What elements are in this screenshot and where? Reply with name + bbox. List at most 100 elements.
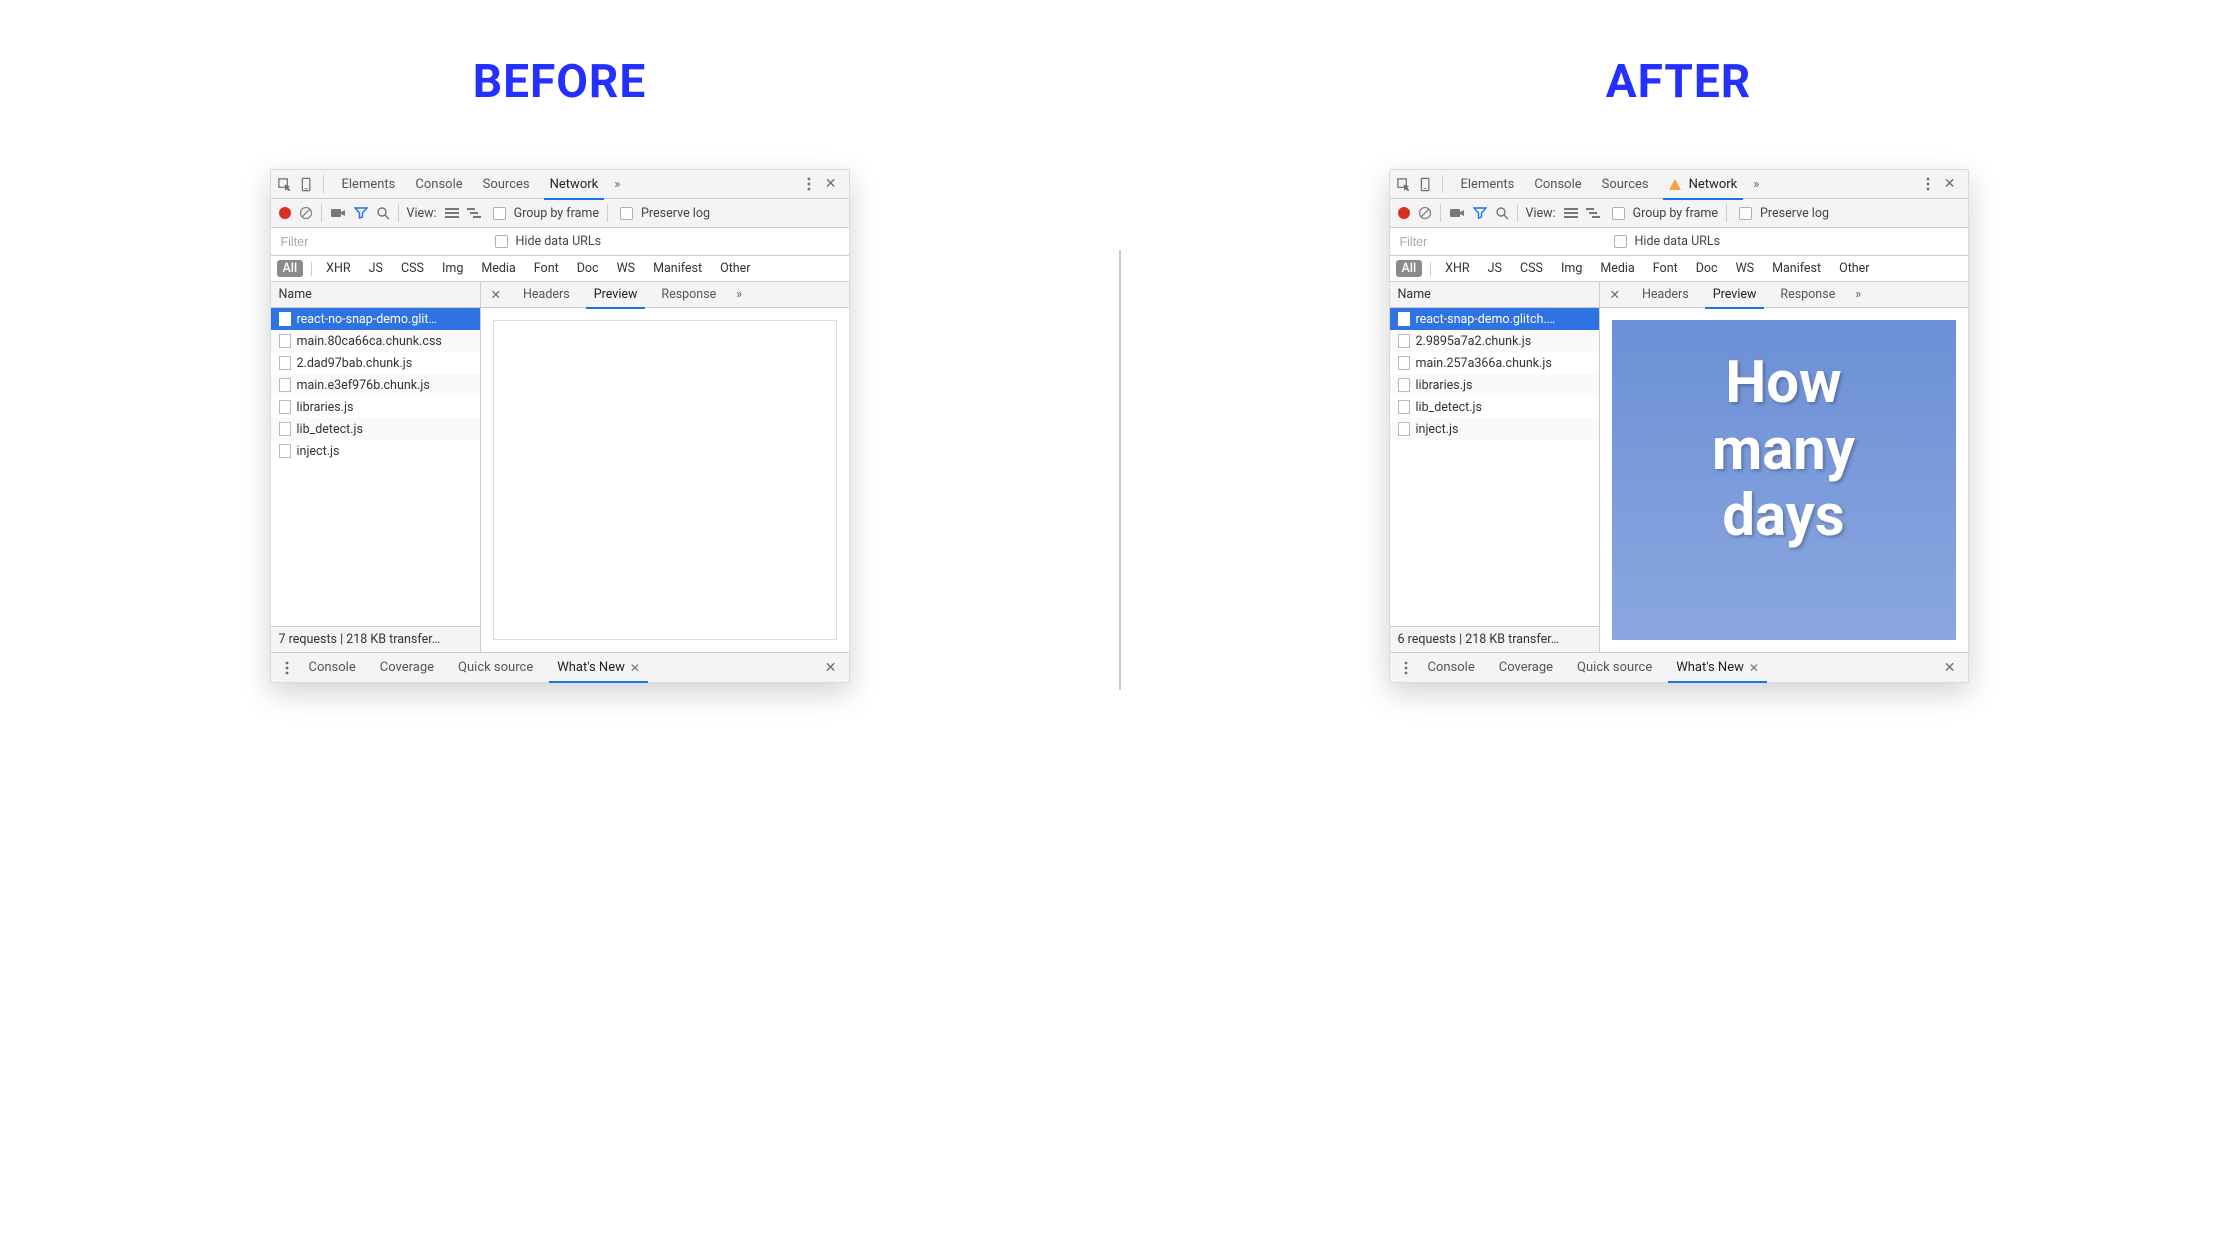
drawer-kebab-icon[interactable] bbox=[1396, 661, 1416, 675]
kebab-menu-icon[interactable] bbox=[1918, 177, 1938, 191]
clear-icon[interactable] bbox=[1418, 206, 1432, 220]
device-toggle-icon[interactable] bbox=[300, 177, 315, 192]
column-name[interactable]: Name bbox=[1390, 282, 1599, 308]
filter-icon[interactable] bbox=[354, 206, 368, 220]
filter-input[interactable] bbox=[279, 232, 479, 252]
tabs-overflow[interactable]: » bbox=[1747, 170, 1765, 199]
camera-icon[interactable] bbox=[330, 207, 346, 219]
request-row[interactable]: react-snap-demo.glitch.… bbox=[1390, 308, 1599, 330]
chip-doc[interactable]: Doc bbox=[571, 260, 605, 277]
chip-js[interactable]: JS bbox=[363, 260, 389, 277]
filter-icon[interactable] bbox=[1473, 206, 1487, 220]
request-row[interactable]: inject.js bbox=[1390, 418, 1599, 440]
chip-manifest[interactable]: Manifest bbox=[647, 260, 708, 277]
search-icon[interactable] bbox=[376, 206, 390, 220]
filter-input[interactable] bbox=[1398, 232, 1598, 252]
request-row[interactable]: react-no-snap-demo.glit… bbox=[271, 308, 480, 330]
drawer-kebab-icon[interactable] bbox=[277, 661, 297, 675]
kebab-menu-icon[interactable] bbox=[799, 177, 819, 191]
chip-all[interactable]: All bbox=[277, 260, 304, 277]
chip-xhr[interactable]: XHR bbox=[1439, 260, 1475, 277]
tab-console[interactable]: Console bbox=[405, 170, 472, 199]
drawer-tab-console[interactable]: Console bbox=[297, 653, 368, 683]
detail-tab-headers[interactable]: Headers bbox=[1630, 282, 1701, 308]
drawer-tab-whatsnew[interactable]: What's New✕ bbox=[545, 653, 652, 683]
chip-img[interactable]: Img bbox=[436, 260, 469, 277]
close-drawer-icon[interactable]: ✕ bbox=[1944, 660, 1956, 676]
chip-manifest[interactable]: Manifest bbox=[1766, 260, 1827, 277]
chip-css[interactable]: CSS bbox=[1514, 260, 1549, 277]
tab-elements[interactable]: Elements bbox=[332, 170, 406, 199]
column-name[interactable]: Name bbox=[271, 282, 480, 308]
drawer-tab-console[interactable]: Console bbox=[1416, 653, 1487, 683]
close-devtools-icon[interactable]: ✕ bbox=[1938, 176, 1962, 192]
close-detail-icon[interactable]: ✕ bbox=[481, 287, 511, 303]
device-toggle-icon[interactable] bbox=[1419, 177, 1434, 192]
drawer-tab-coverage[interactable]: Coverage bbox=[1487, 653, 1565, 683]
chip-ws[interactable]: WS bbox=[611, 260, 642, 277]
chip-media[interactable]: Media bbox=[475, 260, 521, 277]
request-row[interactable]: 2.dad97bab.chunk.js bbox=[271, 352, 480, 374]
close-tab-icon[interactable]: ✕ bbox=[630, 661, 640, 675]
tab-network[interactable]: Network bbox=[1659, 170, 1748, 199]
close-tab-icon[interactable]: ✕ bbox=[1749, 661, 1759, 675]
chip-all[interactable]: All bbox=[1396, 260, 1423, 277]
clear-icon[interactable] bbox=[299, 206, 313, 220]
chip-ws[interactable]: WS bbox=[1730, 260, 1761, 277]
record-icon[interactable] bbox=[279, 207, 291, 219]
chip-doc[interactable]: Doc bbox=[1690, 260, 1724, 277]
request-row[interactable]: libraries.js bbox=[1390, 374, 1599, 396]
tabs-overflow[interactable]: » bbox=[608, 170, 626, 199]
large-rows-icon[interactable] bbox=[445, 207, 459, 219]
chip-img[interactable]: Img bbox=[1555, 260, 1588, 277]
inspect-icon[interactable] bbox=[277, 177, 292, 192]
large-rows-icon[interactable] bbox=[1564, 207, 1578, 219]
tab-console[interactable]: Console bbox=[1524, 170, 1591, 199]
detail-tab-preview[interactable]: Preview bbox=[582, 282, 650, 308]
detail-tab-headers[interactable]: Headers bbox=[511, 282, 582, 308]
hide-data-urls-checkbox[interactable]: Hide data URLs bbox=[1610, 232, 1721, 251]
chip-other[interactable]: Other bbox=[714, 260, 756, 277]
chip-font[interactable]: Font bbox=[528, 260, 565, 277]
chip-js[interactable]: JS bbox=[1482, 260, 1508, 277]
tab-network[interactable]: Network bbox=[540, 170, 609, 199]
record-icon[interactable] bbox=[1398, 207, 1410, 219]
waterfall-icon[interactable] bbox=[467, 207, 481, 219]
preserve-log-checkbox[interactable]: Preserve log bbox=[616, 204, 710, 223]
request-row[interactable]: inject.js bbox=[271, 440, 480, 462]
drawer-tab-coverage[interactable]: Coverage bbox=[368, 653, 446, 683]
chip-media[interactable]: Media bbox=[1594, 260, 1640, 277]
preserve-log-checkbox[interactable]: Preserve log bbox=[1735, 204, 1829, 223]
tab-elements[interactable]: Elements bbox=[1451, 170, 1525, 199]
close-detail-icon[interactable]: ✕ bbox=[1600, 287, 1630, 303]
group-by-frame-checkbox[interactable]: Group by frame bbox=[489, 204, 599, 223]
request-row[interactable]: 2.9895a7a2.chunk.js bbox=[1390, 330, 1599, 352]
request-row[interactable]: lib_detect.js bbox=[271, 418, 480, 440]
request-row[interactable]: main.e3ef976b.chunk.js bbox=[271, 374, 480, 396]
drawer-tab-whatsnew[interactable]: What's New✕ bbox=[1664, 653, 1771, 683]
detail-tab-response[interactable]: Response bbox=[1768, 282, 1847, 308]
hide-data-urls-checkbox[interactable]: Hide data URLs bbox=[491, 232, 602, 251]
close-drawer-icon[interactable]: ✕ bbox=[825, 660, 837, 676]
tab-sources[interactable]: Sources bbox=[473, 170, 540, 199]
drawer-tab-quicksource[interactable]: Quick source bbox=[1565, 653, 1664, 683]
detail-tab-response[interactable]: Response bbox=[649, 282, 728, 308]
chip-css[interactable]: CSS bbox=[395, 260, 430, 277]
chip-font[interactable]: Font bbox=[1647, 260, 1684, 277]
waterfall-icon[interactable] bbox=[1586, 207, 1600, 219]
tab-sources[interactable]: Sources bbox=[1592, 170, 1659, 199]
detail-tab-overflow[interactable]: » bbox=[728, 282, 750, 308]
chip-xhr[interactable]: XHR bbox=[320, 260, 356, 277]
inspect-icon[interactable] bbox=[1396, 177, 1411, 192]
drawer-tab-quicksource[interactable]: Quick source bbox=[446, 653, 545, 683]
request-row[interactable]: main.257a366a.chunk.js bbox=[1390, 352, 1599, 374]
request-row[interactable]: libraries.js bbox=[271, 396, 480, 418]
detail-tab-preview[interactable]: Preview bbox=[1701, 282, 1769, 308]
chip-other[interactable]: Other bbox=[1833, 260, 1875, 277]
close-devtools-icon[interactable]: ✕ bbox=[819, 176, 843, 192]
group-by-frame-checkbox[interactable]: Group by frame bbox=[1608, 204, 1718, 223]
request-row[interactable]: lib_detect.js bbox=[1390, 396, 1599, 418]
detail-tab-overflow[interactable]: » bbox=[1847, 282, 1869, 308]
search-icon[interactable] bbox=[1495, 206, 1509, 220]
request-row[interactable]: main.80ca66ca.chunk.css bbox=[271, 330, 480, 352]
